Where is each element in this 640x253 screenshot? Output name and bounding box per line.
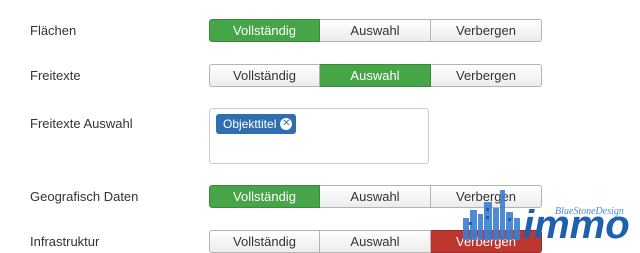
field-label: Infrastruktur xyxy=(30,234,100,249)
toggle-group-freitexte: Vollständig Auswahl Verbergen xyxy=(209,64,542,87)
option-auswahl[interactable]: Auswahl xyxy=(320,230,431,253)
option-verbergen[interactable]: Verbergen xyxy=(431,64,542,87)
field-label: Freitexte Auswahl xyxy=(30,116,133,131)
city-skyline-icon: immo BlueStoneDesign xyxy=(463,190,630,247)
toggle-group-flaechen: Vollständig Auswahl Verbergen xyxy=(209,19,542,42)
multi-select-input[interactable]: Objekttitel ✕ xyxy=(209,108,429,164)
option-verbergen[interactable]: Verbergen xyxy=(431,19,542,42)
option-vollstaendig[interactable]: Vollständig xyxy=(209,185,320,208)
option-vollstaendig[interactable]: Vollständig xyxy=(209,19,320,42)
option-vollstaendig[interactable]: Vollständig xyxy=(209,64,320,87)
option-vollstaendig[interactable]: Vollständig xyxy=(209,230,320,253)
selected-chip: Objekttitel ✕ xyxy=(216,114,297,134)
field-label: Flächen xyxy=(30,23,77,38)
option-auswahl[interactable]: Auswahl xyxy=(320,185,431,208)
field-label: Geografisch Daten xyxy=(30,189,139,204)
chip-label: Objekttitel xyxy=(223,117,277,131)
svg-text:BlueStoneDesign: BlueStoneDesign xyxy=(555,206,624,217)
option-auswahl[interactable]: Auswahl xyxy=(320,19,431,42)
option-auswahl[interactable]: Auswahl xyxy=(320,64,431,87)
field-label: Freitexte xyxy=(30,68,81,83)
remove-chip-icon[interactable]: ✕ xyxy=(280,118,293,130)
bluestone-immo-logo: immo BlueStoneDesign xyxy=(455,188,640,247)
